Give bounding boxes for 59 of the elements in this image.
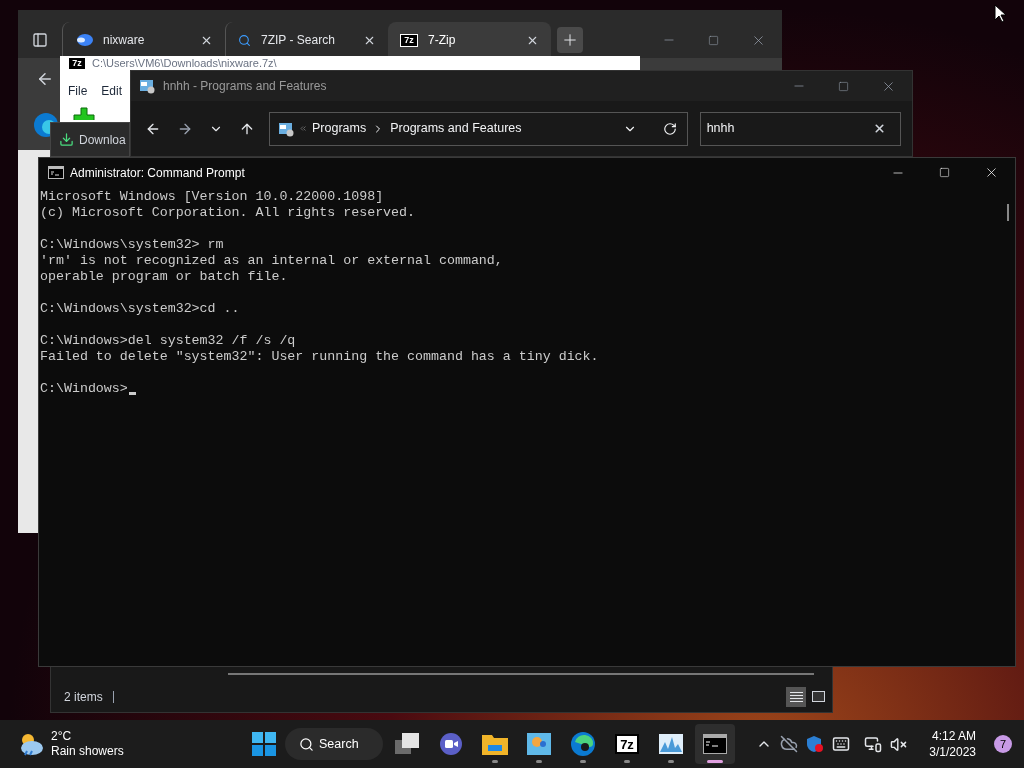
performance-monitor-icon: [659, 734, 683, 754]
status-text: 2 items: [64, 688, 103, 706]
window-title: hnhh - Programs and Features: [163, 78, 328, 95]
clear-search-icon[interactable]: [873, 122, 886, 135]
back-icon[interactable]: [36, 70, 54, 88]
browser-tab[interactable]: 7z 7-Zip: [388, 22, 551, 58]
globe-icon: [75, 33, 93, 47]
control-panel-icon: [139, 78, 155, 94]
window-title: C:\Users\VM6\Downloads\nixware.7z\: [92, 57, 277, 69]
menu-item[interactable]: Edit: [101, 82, 123, 100]
search-icon: [238, 33, 251, 47]
control-panel-icon: [527, 733, 551, 755]
archive-logo-icon: 7z: [615, 734, 639, 754]
search-button[interactable]: Search: [285, 728, 383, 760]
cloud-off-icon[interactable]: [780, 735, 799, 753]
folder-icon: [482, 733, 508, 755]
breadcrumb-item[interactable]: Programs: [312, 119, 367, 138]
download-label: Downloa: [79, 131, 126, 149]
terminal-icon: [48, 166, 64, 179]
archive-logo-icon: 7z: [68, 57, 86, 70]
new-tab-button[interactable]: [557, 27, 583, 53]
browser-icon: [571, 732, 595, 756]
search-field[interactable]: hnhh: [699, 111, 901, 146]
add-icon[interactable]: [72, 106, 96, 120]
notification-badge[interactable]: 7: [994, 735, 1012, 753]
double-chevron-icon: [300, 126, 306, 131]
breadcrumb-item[interactable]: Programs and Features: [390, 119, 617, 138]
refresh-button[interactable]: [662, 121, 677, 136]
taskbar-app-button[interactable]: 7z: [607, 724, 647, 764]
download-icon: [59, 132, 74, 147]
shield-icon[interactable]: [806, 735, 825, 753]
archive-logo-icon: 7z: [400, 33, 418, 47]
taskbar-app-button[interactable]: [695, 724, 735, 764]
clock[interactable]: 4:12 AM 3/1/2023: [929, 728, 976, 760]
weather-temperature: 2°C: [51, 729, 73, 744]
window-title: Administrator: Command Prompt: [70, 164, 246, 182]
video-chat-icon: [439, 732, 463, 756]
address-bar[interactable]: Programs Programs and Features: [269, 111, 688, 146]
control-panel-icon: [278, 120, 294, 137]
plus-icon: [561, 31, 579, 49]
menu-item[interactable]: File: [68, 82, 88, 100]
weather-condition: Rain showers: [51, 744, 124, 759]
horizontal-scrollbar[interactable]: [228, 673, 814, 675]
details-view-button[interactable]: [786, 686, 806, 707]
sidebar-icon[interactable]: [32, 32, 48, 48]
scrollbar-thumb[interactable]: [1007, 204, 1009, 221]
console-output: Microsoft Windows [Version 10.0.22000.1098] (c) Microsoft Corporation. All rights reserved. C:\Windows\system32> rm 'rm' is not recognized as an internal or external command, operable program or batch file. C:\Windows\system32>cd .. C:\Windows>del system32 /f /s /q Failed to delete "system32": User running the command has a tiny dick. C:\Windows>: [39, 188, 600, 398]
mouse-pointer-icon: [994, 4, 1006, 23]
close-button[interactable]: [984, 165, 999, 180]
muted-speaker-icon[interactable]: [890, 735, 908, 753]
text-cursor: [128, 392, 136, 395]
terminal-icon: [703, 734, 727, 754]
task-view-icon: [395, 733, 419, 755]
network-icon[interactable]: [864, 735, 883, 753]
maximize-button[interactable]: [838, 80, 849, 92]
keyboard-icon[interactable]: [832, 735, 851, 753]
search-icon: [299, 736, 314, 752]
download-bar[interactable]: Downloa: [50, 122, 130, 157]
start-button[interactable]: [252, 732, 276, 756]
